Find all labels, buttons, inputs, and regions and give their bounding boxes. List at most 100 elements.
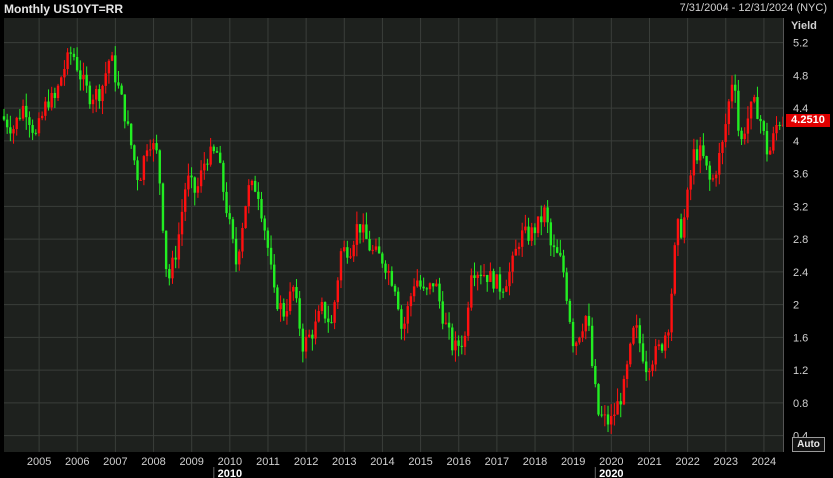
auto-scale-button[interactable]: Auto bbox=[792, 437, 825, 452]
candle-body bbox=[759, 118, 762, 122]
candle-body bbox=[727, 101, 731, 125]
candle-body bbox=[292, 287, 295, 292]
candle-body bbox=[126, 121, 130, 124]
x-tick-label: 2018 bbox=[523, 456, 547, 468]
candle-body bbox=[447, 322, 451, 328]
candle-body bbox=[762, 121, 765, 131]
candle-body bbox=[25, 105, 28, 118]
candle-body bbox=[390, 270, 394, 286]
candle-body bbox=[419, 280, 422, 287]
candle-body bbox=[412, 286, 416, 297]
candle-body bbox=[53, 92, 57, 99]
candle-body bbox=[587, 316, 591, 326]
candle-body bbox=[622, 378, 626, 405]
candle-body bbox=[269, 247, 273, 265]
candle-body bbox=[177, 234, 181, 260]
candle-body bbox=[533, 227, 537, 234]
candle-body bbox=[238, 251, 241, 265]
candle-body bbox=[492, 271, 495, 289]
candle-body bbox=[358, 224, 362, 233]
candle-body bbox=[253, 180, 257, 192]
candle-body bbox=[263, 218, 266, 231]
candle-body bbox=[501, 291, 505, 293]
candle-body bbox=[168, 269, 171, 279]
candle-body bbox=[686, 189, 689, 218]
chart-svg[interactable]: Yield 5.24.84.443.63.22.82.421.61.20.80.… bbox=[0, 0, 833, 478]
candle-body bbox=[184, 189, 187, 212]
candle-body bbox=[244, 206, 247, 229]
candle-body bbox=[549, 222, 553, 246]
candle-body bbox=[740, 130, 743, 140]
candle-body bbox=[438, 283, 441, 302]
candle-body bbox=[765, 130, 769, 155]
candle-body bbox=[692, 149, 696, 176]
candle-body bbox=[403, 323, 406, 329]
candle-body bbox=[12, 129, 15, 134]
candle-body bbox=[158, 150, 161, 184]
candle-body bbox=[746, 118, 750, 134]
candle-body bbox=[37, 118, 41, 134]
candle-body bbox=[365, 224, 368, 239]
candle-body bbox=[775, 124, 778, 134]
x-tick-label: 2008 bbox=[141, 456, 165, 468]
candle-body bbox=[82, 74, 85, 80]
candle-body bbox=[75, 56, 79, 71]
candle-body bbox=[406, 306, 409, 324]
candle-body bbox=[5, 119, 9, 128]
candle-body bbox=[657, 344, 661, 347]
candle-body bbox=[610, 415, 613, 425]
candle-body bbox=[705, 156, 708, 166]
y-tick-label: 2 bbox=[793, 300, 799, 312]
candle-body bbox=[218, 152, 222, 163]
x-tick-label: 2009 bbox=[179, 456, 203, 468]
x-tick-label: 2023 bbox=[714, 456, 738, 468]
candle-body bbox=[562, 255, 565, 273]
candle-body bbox=[511, 255, 514, 272]
candle-body bbox=[730, 84, 734, 102]
candle-body bbox=[676, 219, 680, 246]
candle-body bbox=[63, 68, 66, 78]
candle-body bbox=[250, 180, 254, 186]
candle-body bbox=[72, 53, 76, 57]
candle-body bbox=[88, 85, 92, 105]
candle-body bbox=[203, 163, 206, 171]
candle-body bbox=[444, 322, 448, 324]
candle-body bbox=[225, 191, 228, 214]
candle-body bbox=[69, 52, 72, 54]
candle-body bbox=[123, 94, 127, 122]
candle-body bbox=[460, 345, 463, 347]
candle-body bbox=[425, 288, 429, 290]
candle-body bbox=[463, 335, 467, 347]
candle-body bbox=[9, 127, 12, 134]
candle-body bbox=[56, 85, 60, 99]
candle-body bbox=[606, 414, 610, 425]
candle-body bbox=[18, 117, 22, 119]
candle-body bbox=[699, 145, 702, 161]
x-tick-label: 2012 bbox=[294, 456, 318, 468]
candle-body bbox=[327, 318, 330, 323]
candle-body bbox=[133, 145, 136, 161]
candle-body bbox=[199, 170, 203, 187]
y-tick-label: 4 bbox=[793, 136, 799, 148]
candle-body bbox=[384, 263, 387, 273]
candle-body bbox=[266, 230, 270, 248]
candle-body bbox=[196, 186, 200, 193]
candle-body bbox=[107, 60, 111, 74]
candle-body bbox=[330, 322, 333, 324]
candle-body bbox=[120, 85, 123, 95]
candle-body bbox=[346, 247, 349, 258]
candle-body bbox=[377, 246, 381, 254]
x-tick-label: 2006 bbox=[65, 456, 89, 468]
candle-body bbox=[279, 303, 282, 310]
candle-body bbox=[180, 211, 184, 235]
candle-body bbox=[222, 162, 225, 192]
candle-body bbox=[320, 302, 324, 312]
plot-area[interactable] bbox=[4, 18, 783, 452]
candle-body bbox=[98, 89, 101, 102]
candle-body bbox=[597, 384, 600, 415]
candle-body bbox=[314, 321, 317, 339]
candle-body bbox=[422, 286, 425, 289]
candle-body bbox=[543, 207, 546, 223]
candle-body bbox=[495, 274, 498, 289]
candle-body bbox=[117, 82, 120, 86]
